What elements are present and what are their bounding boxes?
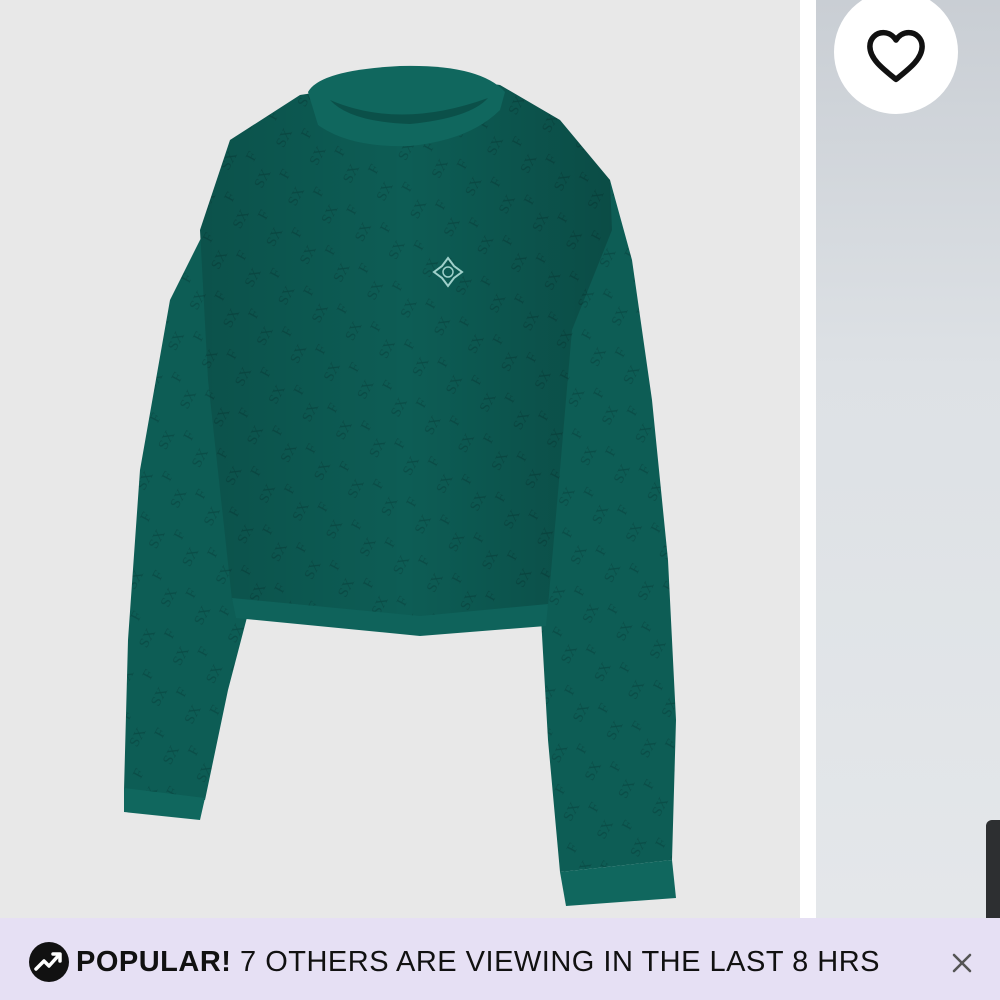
image-divider: [800, 0, 816, 918]
banner-text: POPULAR! 7 OTHERS ARE VIEWING IN THE LAS…: [76, 948, 880, 977]
product-image-main[interactable]: SX F: [0, 0, 800, 918]
banner-message: 7 OTHERS ARE VIEWING IN THE LAST 8 HRS: [240, 946, 880, 978]
trending-up-icon: [29, 942, 69, 982]
close-icon: [952, 953, 972, 973]
banner-close-button[interactable]: [944, 945, 980, 981]
product-image-secondary[interactable]: [816, 0, 1000, 918]
popularity-banner: POPULAR! 7 OTHERS ARE VIEWING IN THE LAS…: [0, 918, 1000, 1000]
heart-icon: [867, 29, 925, 83]
sweater-image: SX F: [124, 65, 676, 906]
secondary-image-detail: [986, 820, 1000, 918]
banner-label: POPULAR!: [76, 946, 232, 978]
product-page: SX F: [0, 0, 1000, 1000]
